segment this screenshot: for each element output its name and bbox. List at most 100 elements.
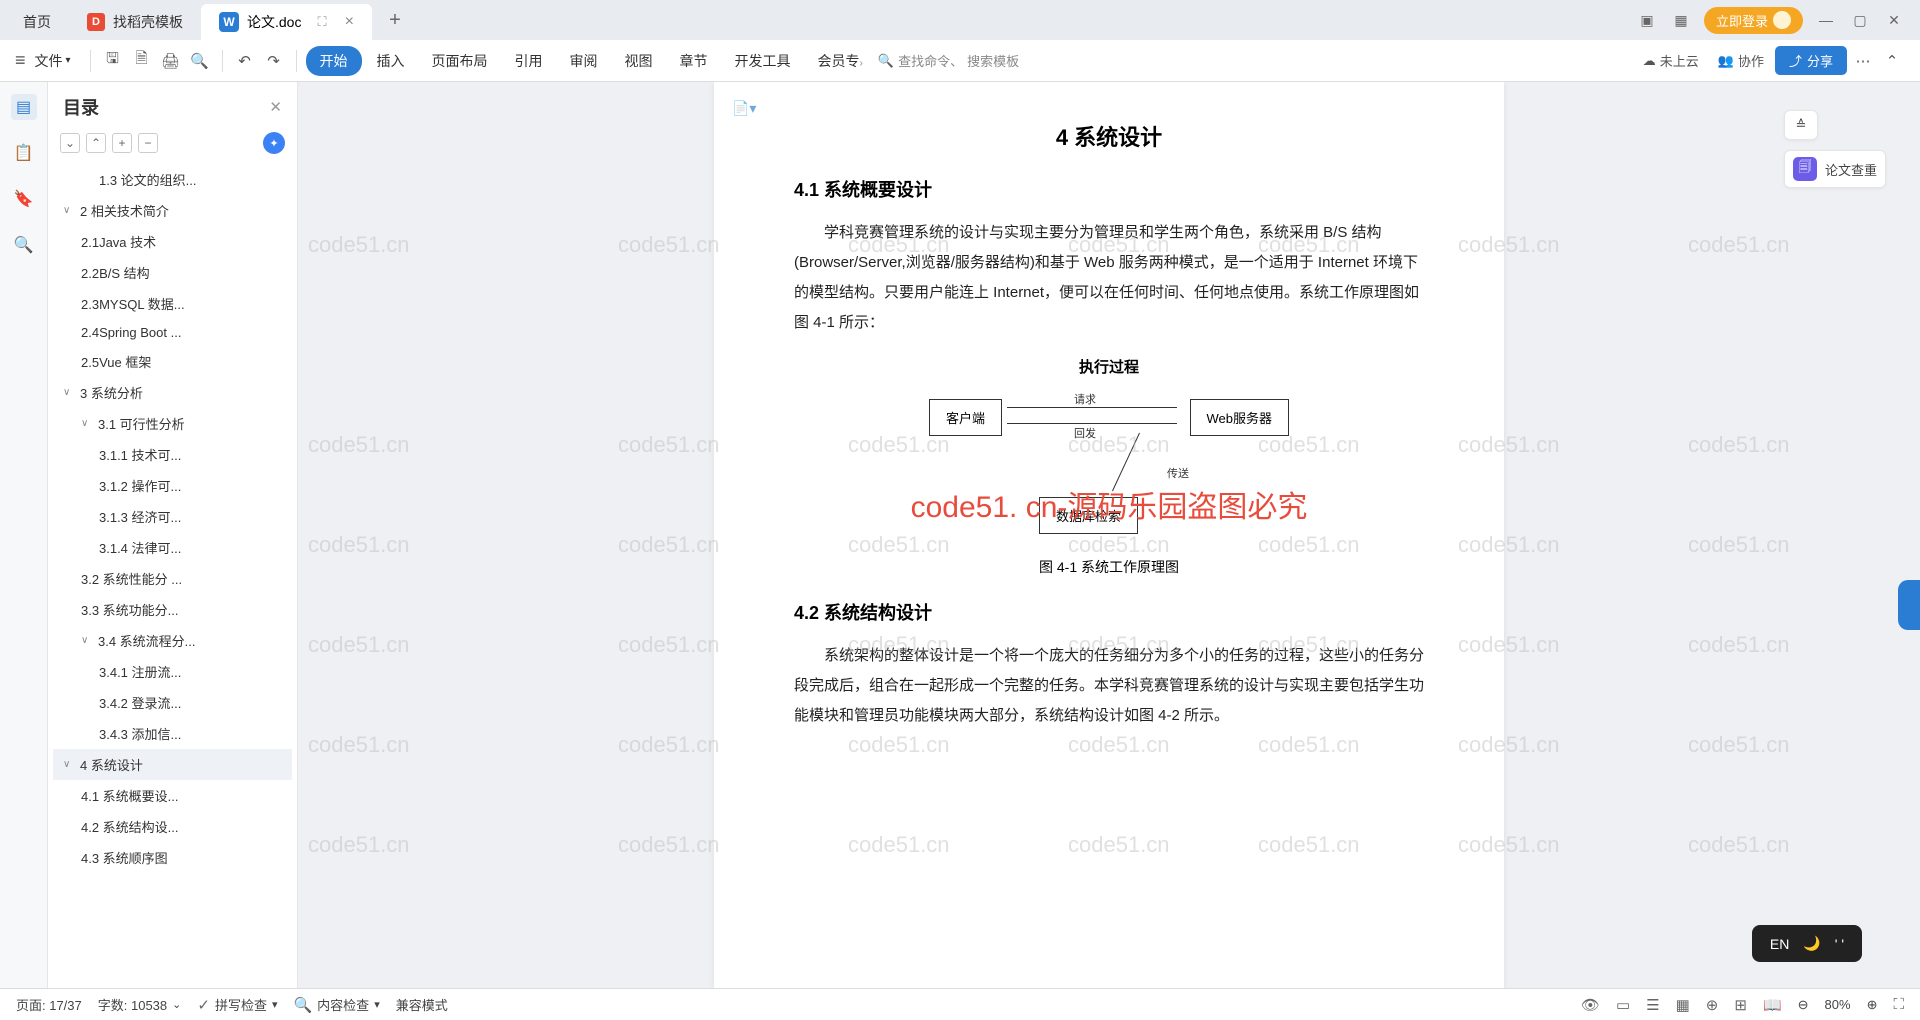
view-page-icon[interactable]: ▭ [1616, 996, 1630, 1014]
outline-item[interactable]: 3.1.3 经济可... [53, 501, 292, 532]
tab-add-button[interactable]: + [380, 5, 410, 35]
chevron-icon[interactable]: ∨ [63, 759, 75, 770]
chevron-icon[interactable]: ∨ [63, 387, 75, 398]
side-handle[interactable] [1898, 580, 1920, 630]
menu-member[interactable]: 会员专› [806, 45, 875, 77]
outline-item[interactable]: 2.4Spring Boot ... [53, 319, 292, 346]
remove-heading-icon[interactable]: − [138, 133, 158, 153]
hamburger-icon[interactable]: ≡ [15, 50, 26, 71]
menu-chapter[interactable]: 章节 [668, 45, 720, 77]
preview-icon[interactable]: 🔍 [187, 48, 213, 74]
outline-item[interactable]: 3.3 系统功能分... [53, 594, 292, 625]
zoom-out-icon[interactable]: ⊖ [1798, 997, 1809, 1013]
outline-item[interactable]: 3.1.1 技术可... [53, 439, 292, 470]
menu-devtools[interactable]: 开发工具 [723, 45, 803, 77]
chevron-icon[interactable]: ∨ [81, 635, 93, 646]
tab-close-icon[interactable]: × [345, 13, 354, 31]
menu-review[interactable]: 审阅 [558, 45, 610, 77]
menu-insert[interactable]: 插入 [365, 45, 417, 77]
clipboard-icon[interactable]: 📋 [11, 140, 37, 166]
outline-item[interactable]: 3.1.2 操作可... [53, 470, 292, 501]
fit-icon[interactable]: ⛶ [1893, 996, 1904, 1013]
tab-home[interactable]: 首页 [5, 4, 69, 40]
expand-all-icon[interactable]: ⌃ [86, 133, 106, 153]
outline-item[interactable]: 3.2 系统性能分 ... [53, 563, 292, 594]
outline-item[interactable]: 3.4.1 注册流... [53, 656, 292, 687]
tab-monitor-icon[interactable]: ⛶ [317, 14, 326, 30]
plagiarism-check-button[interactable]: 🗐 论文查重 [1784, 150, 1886, 188]
undo-icon[interactable]: ↶ [232, 48, 258, 74]
more-icon[interactable]: ⋯ [1850, 48, 1876, 74]
outline-item[interactable]: ∨3 系统分析 [53, 377, 292, 408]
view-grid-icon[interactable]: ⊞ [1734, 996, 1747, 1014]
layout-icon[interactable]: ▣ [1636, 9, 1658, 31]
outline-item[interactable]: 3.4.3 添加信... [53, 718, 292, 749]
collapse-icon[interactable]: ⌃ [1879, 48, 1905, 74]
minimize-icon[interactable]: — [1815, 9, 1837, 31]
eye-icon[interactable]: 👁 [1581, 996, 1600, 1014]
print-icon[interactable]: 🖨 [158, 48, 184, 74]
outline-item[interactable]: 2.1Java 技术 [53, 226, 292, 257]
collab-button[interactable]: 👥协作 [1710, 47, 1772, 74]
redo-icon[interactable]: ↷ [261, 48, 287, 74]
zoom-in-icon[interactable]: ⊕ [1867, 997, 1878, 1013]
view-book-icon[interactable]: 📖 [1763, 996, 1782, 1014]
menu-view[interactable]: 视图 [613, 45, 665, 77]
outline-item[interactable]: ∨4 系统设计 [53, 749, 292, 780]
collapse-all-icon[interactable]: ⌄ [60, 133, 80, 153]
tab-template[interactable]: D 找稻壳模板 [69, 4, 201, 40]
find-icon[interactable]: 🔍 [11, 232, 37, 258]
watermark-text: code51.cn [308, 832, 410, 858]
outline-item[interactable]: 2.2B/S 结构 [53, 257, 292, 288]
outline-close-icon[interactable]: ✕ [269, 98, 282, 116]
login-button[interactable]: 立即登录 [1704, 7, 1803, 34]
zoom-level[interactable]: 80% [1825, 997, 1851, 1012]
ime-indicator[interactable]: EN 🌙 ' ' [1752, 925, 1862, 962]
view-web-icon[interactable]: ▦ [1676, 996, 1690, 1014]
outline-item[interactable]: ∨3.1 可行性分析 [53, 408, 292, 439]
cloud-status[interactable]: ☁未上云 [1635, 47, 1707, 74]
outline-item[interactable]: ∨3.4 系统流程分... [53, 625, 292, 656]
share-button[interactable]: ⤴分享 [1775, 46, 1847, 75]
status-compat[interactable]: 兼容模式 [396, 995, 448, 1014]
document-area[interactable]: 📄▾ 4 系统设计 4.1 系统概要设计 学科竞赛管理系统的设计与实现主要分为管… [298, 82, 1920, 988]
outline-item[interactable]: 1.3 论文的组织... [53, 164, 292, 195]
view-outline-icon[interactable]: ☰ [1646, 996, 1659, 1014]
menu-layout[interactable]: 页面布局 [420, 45, 500, 77]
chevron-icon[interactable]: ∨ [63, 205, 75, 216]
add-heading-icon[interactable]: + [112, 133, 132, 153]
view-read-icon[interactable]: ⊕ [1706, 996, 1719, 1014]
outline-item[interactable]: ∨2 相关技术简介 [53, 195, 292, 226]
outline-icon[interactable]: ▤ [11, 94, 37, 120]
maximize-icon[interactable]: ▢ [1849, 9, 1871, 31]
menu-start[interactable]: 开始 [306, 46, 362, 76]
ai-icon[interactable]: ✦ [263, 132, 285, 154]
status-page[interactable]: 页面: 17/37 [16, 995, 82, 1014]
outline-item[interactable]: 4.2 系统结构设... [53, 811, 292, 842]
outline-item[interactable]: 3.4.2 登录流... [53, 687, 292, 718]
tab-document[interactable]: W 论文.doc ⛶ × [201, 4, 372, 40]
status-spell-check[interactable]: ✓拼写检查 ▾ [197, 995, 277, 1014]
outline-item[interactable]: 3.1.4 法律可... [53, 532, 292, 563]
apps-icon[interactable]: ▦ [1670, 9, 1692, 31]
outline-panel: 目录 ✕ ⌄ ⌃ + − ✦ 1.3 论文的组织...∨2 相关技术简介2.1J… [48, 82, 298, 988]
outline-list[interactable]: 1.3 论文的组织...∨2 相关技术简介2.1Java 技术2.2B/S 结构… [48, 164, 297, 988]
bookmark-icon[interactable]: 🔖 [11, 186, 37, 212]
close-icon[interactable]: ✕ [1883, 9, 1905, 31]
page-marker-icon[interactable]: 📄▾ [732, 100, 756, 117]
float-collapse-icon[interactable]: ≙ [1784, 110, 1818, 140]
outline-item[interactable]: 2.3MYSQL 数据... [53, 288, 292, 319]
command-search[interactable]: 🔍 查找命令、 搜索模板 [878, 51, 1019, 70]
status-content-check[interactable]: 🔍内容检查 ▾ [293, 995, 379, 1014]
save-as-icon[interactable]: 🗎 [129, 48, 155, 74]
outline-item[interactable]: 4.3 系统顺序图 [53, 842, 292, 873]
outline-item[interactable]: 4.1 系统概要设... [53, 780, 292, 811]
watermark-text: code51.cn [1688, 732, 1790, 758]
outline-item[interactable]: 2.5Vue 框架 [53, 346, 292, 377]
ime-moon-icon: 🌙 [1803, 935, 1820, 952]
chevron-icon[interactable]: ∨ [81, 418, 93, 429]
status-word-count[interactable]: 字数: 10538 ⌄ [98, 995, 182, 1014]
file-menu[interactable]: 文件▾ [35, 51, 71, 71]
save-icon[interactable]: 🖫 [100, 48, 126, 74]
menu-reference[interactable]: 引用 [503, 45, 555, 77]
